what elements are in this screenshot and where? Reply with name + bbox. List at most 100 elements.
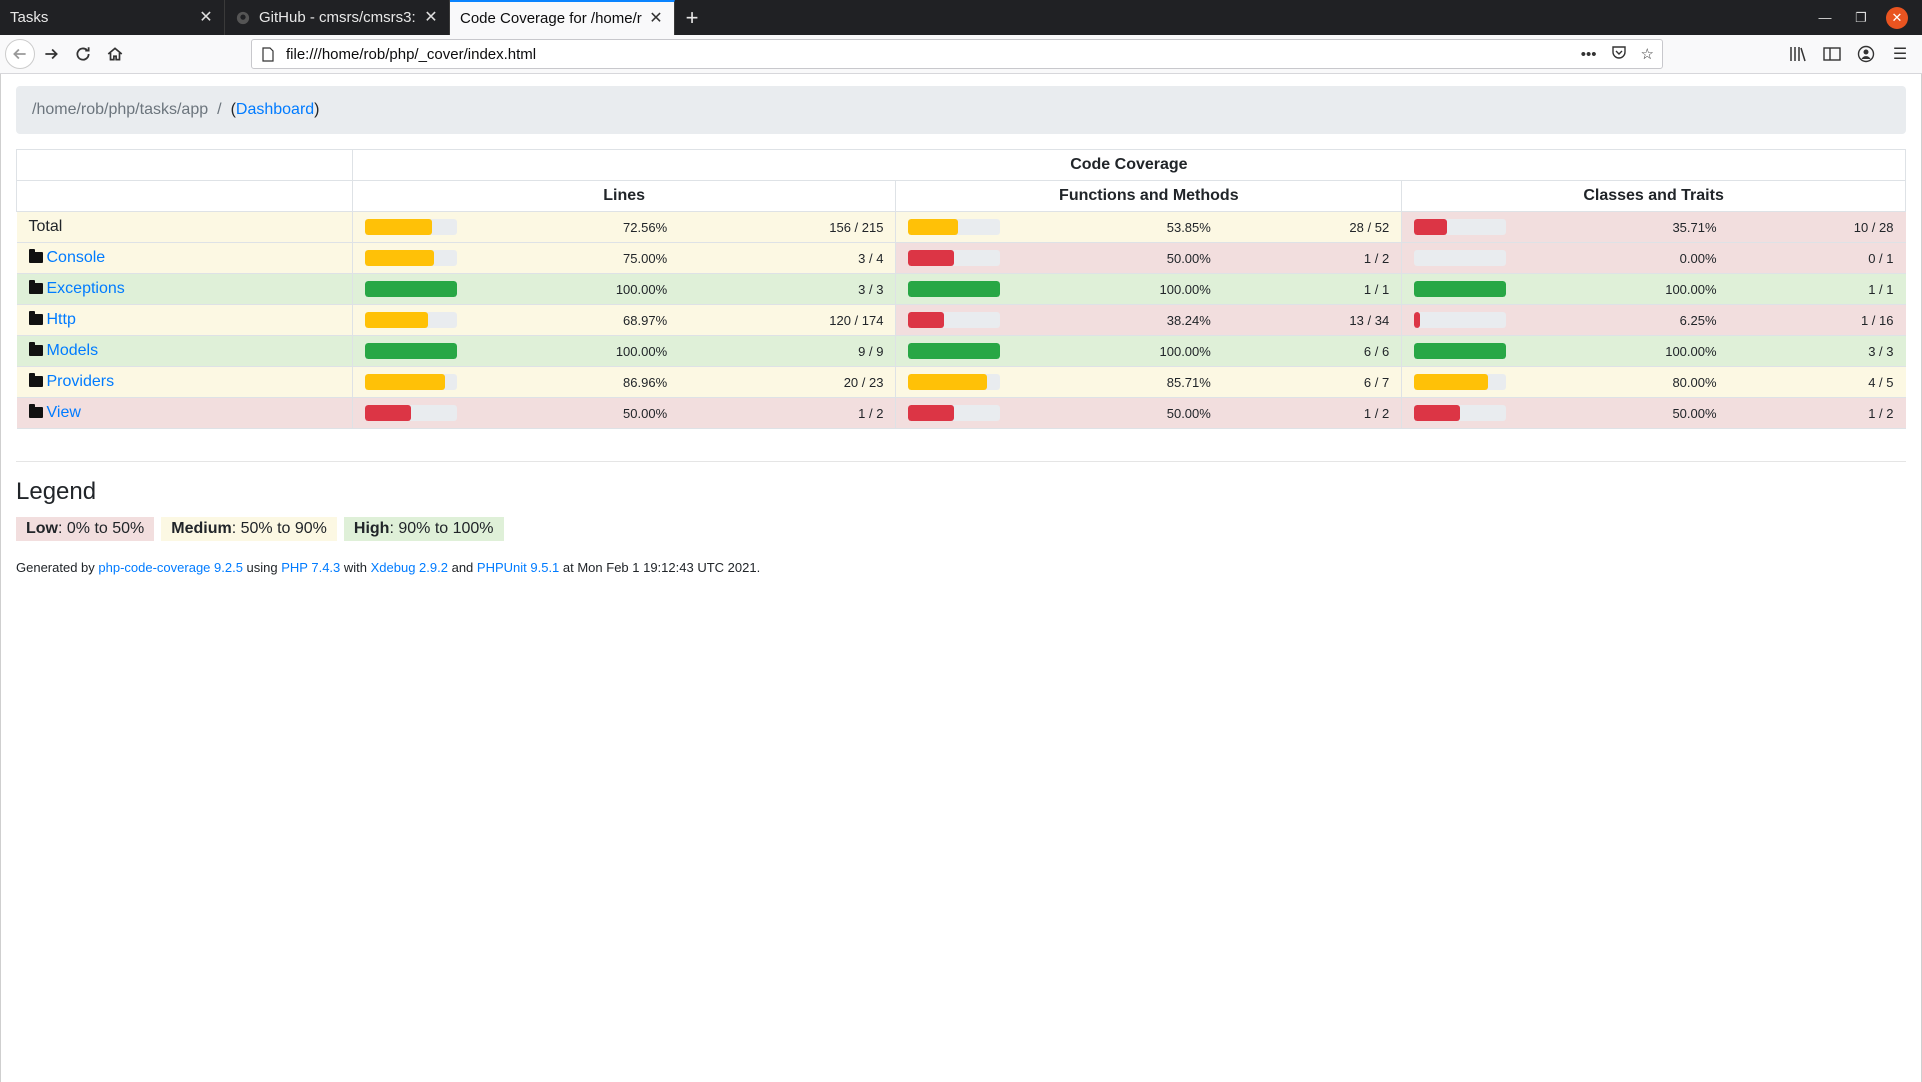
- coverage-progress-fill: [1414, 374, 1488, 390]
- table-subheader-row: Lines Functions and Methods Classes and …: [16, 180, 1906, 212]
- lines-bar-cell: [351, 242, 470, 274]
- classes-ratio: 1 / 1: [1728, 273, 1906, 305]
- coverage-progress-fill: [364, 312, 429, 328]
- coverage-progress-bar: [364, 343, 457, 359]
- new-tab-button[interactable]: +: [675, 0, 709, 35]
- coverage-progress-fill: [364, 405, 411, 421]
- home-icon: [107, 47, 123, 61]
- directory-link[interactable]: Http: [47, 311, 76, 328]
- github-icon: [235, 10, 251, 26]
- coverage-progress-fill: [1414, 312, 1420, 328]
- dashboard-link[interactable]: Dashboard: [236, 101, 314, 119]
- breadcrumb-close-paren: ): [314, 101, 320, 118]
- header-empty: [16, 180, 353, 212]
- coverage-progress-bar: [364, 219, 457, 235]
- url-text[interactable]: file:///home/rob/php/_cover/index.html: [286, 46, 1581, 63]
- coverage-progress-bar: [908, 312, 1001, 328]
- classes-ratio: 1 / 2: [1728, 397, 1906, 429]
- row-name-cell: Providers: [16, 366, 353, 398]
- lines-ratio: 120 / 174: [679, 304, 896, 336]
- legend-title: Legend: [16, 478, 97, 505]
- directory-link[interactable]: Console: [47, 249, 106, 266]
- classes-percent: 35.71%: [1518, 211, 1729, 243]
- directory-link[interactable]: View: [47, 404, 81, 421]
- footer-text: using: [242, 560, 282, 575]
- more-actions-icon[interactable]: •••: [1581, 46, 1597, 63]
- tab-code-coverage[interactable]: Code Coverage for /home/r ✕: [450, 0, 675, 35]
- lines-percent: 100.00%: [469, 335, 680, 367]
- legend-high-label: High: [353, 520, 390, 537]
- classes-bar-cell: [1401, 242, 1519, 274]
- classes-percent: 0.00%: [1518, 242, 1729, 274]
- classes-ratio: 3 / 3: [1728, 335, 1906, 367]
- directory-link[interactable]: Models: [47, 342, 99, 359]
- coverage-progress-fill: [364, 250, 434, 266]
- account-icon[interactable]: [1856, 44, 1876, 64]
- funcs-ratio: 28 / 52: [1222, 211, 1402, 243]
- funcs-percent: 100.00%: [1012, 273, 1223, 305]
- reload-button[interactable]: [67, 38, 99, 70]
- close-icon[interactable]: ✕: [648, 10, 664, 27]
- forward-button[interactable]: [35, 38, 67, 70]
- footer-text: Generated by: [16, 560, 99, 575]
- hamburger-menu-icon[interactable]: ☰: [1890, 44, 1910, 64]
- directory-link[interactable]: Providers: [47, 373, 115, 390]
- table-row: Total 72.56% 156 / 215 53.85% 28 / 52 35.71% 1…: [16, 211, 1906, 243]
- funcs-bar-cell: [895, 397, 1013, 429]
- lines-bar-cell: [351, 211, 470, 243]
- legend-medium: Medium: 50% to 90%: [161, 517, 337, 541]
- tab-strip: Tasks ✕ GitHub - cmsrs/cmsrs3: C ✕ Code …: [0, 0, 1922, 35]
- close-icon[interactable]: ✕: [198, 9, 214, 26]
- row-name-cell: Total: [16, 211, 353, 243]
- funcs-ratio: 6 / 7: [1222, 366, 1402, 398]
- coverage-progress-fill: [364, 374, 445, 390]
- window-close-icon[interactable]: ✕: [1886, 6, 1908, 29]
- url-bar[interactable]: file:///home/rob/php/_cover/index.html •…: [251, 39, 1663, 69]
- coverage-progress-bar: [1414, 374, 1507, 390]
- sidebar-icon[interactable]: [1822, 44, 1842, 64]
- url-actions: ••• ☆: [1581, 44, 1654, 64]
- directory-link[interactable]: Exceptions: [47, 280, 125, 297]
- php-link[interactable]: PHP 7.4.3: [281, 560, 340, 575]
- lines-ratio: 20 / 23: [679, 366, 896, 398]
- folder-icon: [28, 342, 43, 356]
- footer-text: and: [447, 560, 477, 575]
- table-row: Exceptions 100.00% 3 / 3 100.00% 1 / 1 100.00…: [16, 273, 1906, 305]
- library-icon[interactable]: [1788, 44, 1808, 64]
- table-row: Models 100.00% 9 / 9 100.00% 6 / 6 100.00% 3 /…: [16, 335, 1906, 367]
- funcs-ratio: 1 / 1: [1222, 273, 1402, 305]
- classes-ratio: 4 / 5: [1728, 366, 1906, 398]
- pocket-icon[interactable]: [1611, 44, 1627, 64]
- coverage-progress-fill: [364, 343, 457, 359]
- legend-low-range: : 0% to 50%: [58, 520, 145, 537]
- coverage-progress-fill: [1414, 343, 1507, 359]
- lines-bar-cell: [351, 397, 470, 429]
- table-row: Console 75.00% 3 / 4 50.00% 1 / 2 0.00% 0 / 1: [16, 242, 1906, 274]
- coverage-progress-bar: [1414, 250, 1507, 266]
- close-icon[interactable]: ✕: [423, 9, 439, 26]
- bookmark-star-icon[interactable]: ☆: [1641, 45, 1654, 63]
- table-row: Providers 86.96% 20 / 23 85.71% 6 / 7 80.00% 4…: [16, 366, 1906, 398]
- folder-icon: [28, 311, 43, 325]
- restore-icon[interactable]: ❐: [1850, 7, 1872, 29]
- coverage-progress-fill: [908, 374, 988, 390]
- legend-medium-range: : 50% to 90%: [231, 520, 327, 537]
- coverage-progress-fill: [364, 219, 432, 235]
- coverage-progress-bar: [364, 281, 457, 297]
- funcs-ratio: 13 / 34: [1222, 304, 1402, 336]
- funcs-percent: 50.00%: [1012, 397, 1223, 429]
- minimize-icon[interactable]: —: [1814, 7, 1836, 29]
- tab-github[interactable]: GitHub - cmsrs/cmsrs3: C ✕: [225, 0, 450, 35]
- phpunit-link[interactable]: PHPUnit 9.5.1: [477, 560, 559, 575]
- breadcrumb: /home/rob/php/tasks/app / (Dashboard): [16, 86, 1906, 134]
- funcs-bar-cell: [895, 273, 1013, 305]
- total-label: Total: [28, 218, 63, 235]
- breadcrumb-separator: /: [217, 101, 222, 118]
- home-button[interactable]: [99, 38, 131, 70]
- back-button[interactable]: [5, 39, 35, 69]
- tab-tasks[interactable]: Tasks ✕: [0, 0, 225, 35]
- xdebug-link[interactable]: Xdebug 2.9.2: [371, 560, 448, 575]
- php-code-coverage-link[interactable]: php-code-coverage 9.2.5: [98, 560, 243, 575]
- classes-percent: 100.00%: [1518, 273, 1729, 305]
- page-icon: [260, 46, 276, 62]
